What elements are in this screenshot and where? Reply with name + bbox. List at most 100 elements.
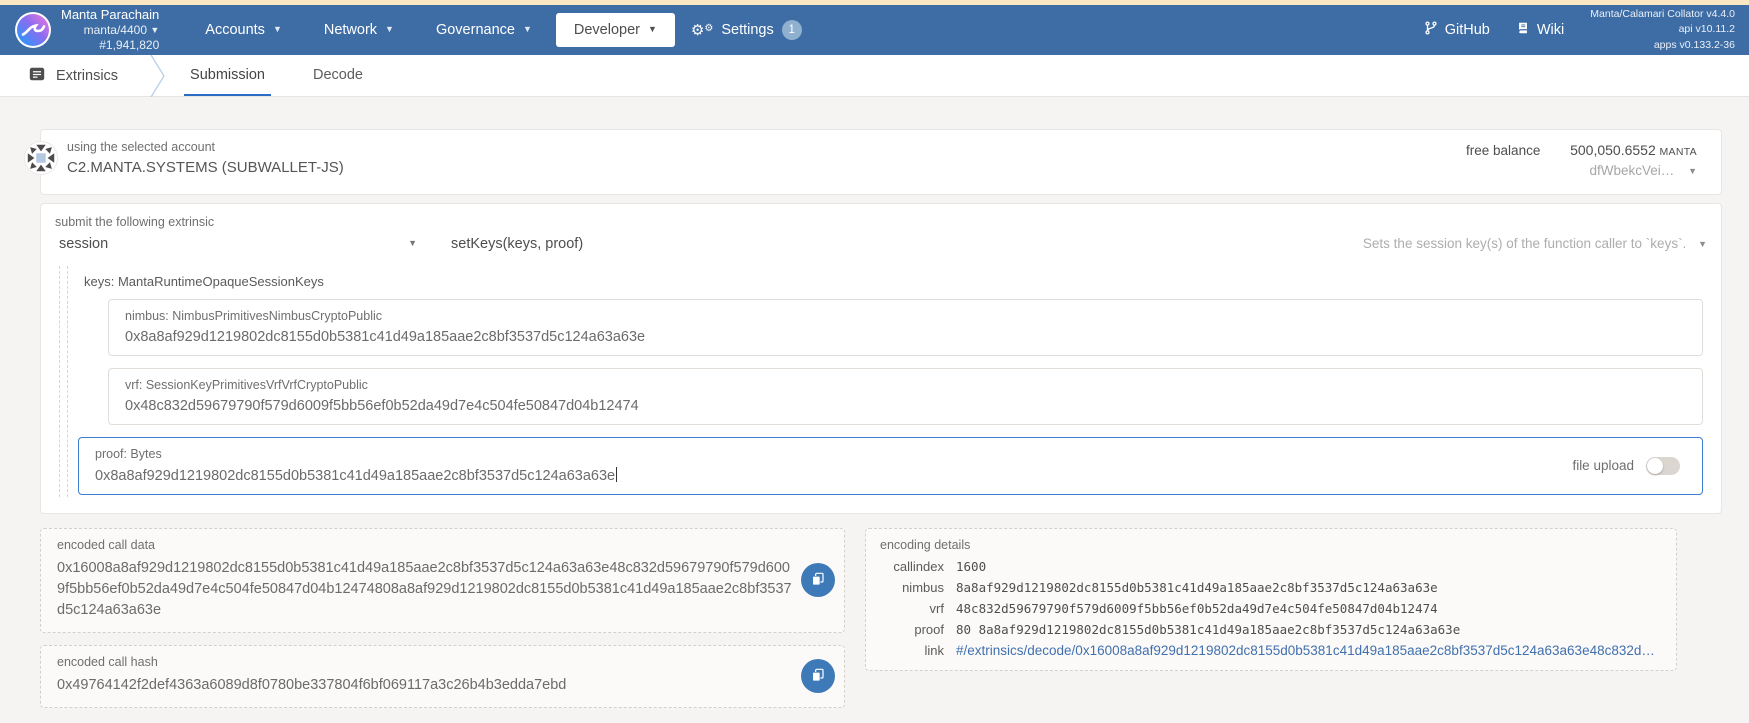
call-hash-value: 0x49764142f2def4363a6089d8f0780be337804f… [57,676,567,693]
encoding-details-grid: callindex 1600 nimbus 8a8af929d1219802dc… [880,559,1662,658]
header-right: GitHub Wiki Manta/Calamari Collator v4.4… [1424,7,1735,53]
encoding-details-label: encoding details [880,537,971,552]
file-upload-control: file upload [1572,447,1686,475]
proof-input[interactable]: proof: Bytes 0x8a8af929d1219802dc8155d0b… [78,436,1703,495]
chevron-down-icon: ▼ [1688,166,1697,177]
proof-label: proof: Bytes [95,446,162,461]
free-balance-value: 500,050.6552 [1570,142,1656,158]
tab-decode[interactable]: Decode [307,55,369,96]
detail-key: callindex [893,558,944,574]
chevron-down-icon: ▼ [1698,239,1707,249]
nav-network-label: Network [323,22,378,38]
account-identicon[interactable] [24,141,58,175]
extrinsic-card: submit the following extrinsic session ▼… [40,202,1722,514]
tab-submission[interactable]: Submission [184,55,271,96]
address-dropdown[interactable]: dfWbekcVei… ▼ [1466,161,1697,181]
extrinsic-select-row: session ▼ setKeys(keys, proof) Sets the … [55,236,1707,252]
account-info: using the selected account C2.MANTA.SYST… [67,140,344,182]
chevron-down-icon: ▼ [272,24,282,34]
detail-value-proof: 80 8a8af929d1219802dc8155d0b5381c41d49a1… [956,621,1461,637]
nav-accounts[interactable]: Accounts ▼ [187,13,300,47]
detail-key: proof [914,621,944,637]
method-doc-text: Sets the session key(s) of the function … [1362,236,1687,251]
account-name: C2.MANTA.SYSTEMS (SUBWALLET-JS) [67,159,344,176]
breadcrumb-chevron [150,54,166,97]
chain-spec-label: manta/4400 [83,23,148,38]
extrinsic-label: submit the following extrinsic [55,214,215,229]
account-label: using the selected account [67,140,216,154]
api-version: api v10.11.2 [1678,23,1735,36]
github-link[interactable]: GitHub [1424,21,1490,39]
account-select-card[interactable]: using the selected account C2.MANTA.SYST… [24,129,1722,195]
output-section: encoded call data 0x16008a8af929d1219802… [40,527,1722,708]
file-upload-toggle[interactable] [1646,456,1680,475]
section-label: Extrinsics [56,67,119,84]
encoded-call-hash-box: encoded call hash 0x49764142f2def4363a60… [40,644,845,708]
nav-developer[interactable]: Developer ▼ [555,13,675,47]
nav-settings[interactable]: ⚙⚙ Settings 1 [681,11,812,49]
chevron-down-icon: ▼ [408,237,417,248]
nimbus-input[interactable]: nimbus: NimbusPrimitivesNimbusCryptoPubl… [108,298,1703,356]
vrf-input[interactable]: vrf: SessionKeyPrimitivesVrfVrfCryptoPub… [108,367,1703,425]
copy-icon [810,667,826,686]
pallet-select[interactable]: session ▼ [55,236,417,252]
chain-selector[interactable]: Manta Parachain manta/4400 ▼ #1,941,820 [14,7,159,53]
copy-call-data-button[interactable] [801,563,835,598]
wiki-label: Wiki [1536,22,1565,38]
method-doc-dropdown[interactable]: Sets the session key(s) of the function … [1363,236,1707,251]
vrf-value[interactable]: 0x48c832d59679790f579d6009f5bb56ef0b52da… [125,398,1686,414]
version-info: Manta/Calamari Collator v4.4.0 api v10.1… [1590,7,1735,53]
node-version: Manta/Calamari Collator v4.4.0 [1590,8,1735,21]
method-select[interactable]: setKeys(keys, proof) [451,236,583,252]
tab-submission-label: Submission [190,66,265,83]
manta-logo-icon [14,11,52,49]
tab-bar: Extrinsics Submission Decode [0,54,1749,97]
nav-developer-label: Developer [573,22,640,38]
balance-unit: MANTA [1659,146,1697,158]
wiki-link[interactable]: Wiki [1516,21,1564,39]
chevron-down-icon: ▼ [647,24,657,34]
params-container: keys: MantaRuntimeOpaqueSessionKeys nimb… [59,265,1707,497]
block-number[interactable]: #1,941,820 [61,38,159,53]
app-header: Manta Parachain manta/4400 ▼ #1,941,820 … [0,5,1749,55]
extrinsics-icon [28,65,46,87]
pallet-value: session [59,235,109,252]
proof-value[interactable]: 0x8a8af929d1219802dc8155d0b5381c41d49a18… [95,466,618,484]
detail-value-nimbus: 8a8af929d1219802dc8155d0b5381c41d49a185a… [956,579,1438,595]
decode-link[interactable]: #/extrinsics/decode/0x16008a8af929d12198… [956,643,1662,658]
apps-version: apps v0.133.2-36 [1653,38,1735,51]
call-hash-label: encoded call hash [57,654,158,669]
file-upload-label: file upload [1572,458,1634,473]
copy-icon [810,571,826,590]
main-nav: Accounts ▼ Network ▼ Governance ▼ Developer… [187,11,811,49]
toggle-knob [1647,457,1663,474]
settings-badge: 1 [781,20,802,40]
encoded-call-data-box: encoded call data 0x16008a8af929d1219802… [40,527,845,633]
call-data-value: 0x16008a8af929d1219802dc8155d0b5381c41d4… [57,559,792,618]
vrf-label: vrf: SessionKeyPrimitivesVrfVrfCryptoPub… [125,377,368,392]
address-short: dfWbekcVei… [1589,163,1675,179]
tab-decode-label: Decode [313,66,363,83]
detail-value-vrf: 48c832d59679790f579d6009f5bb56ef0b52da49… [956,600,1438,616]
copy-call-hash-button[interactable] [801,659,835,694]
main-content: using the selected account C2.MANTA.SYST… [0,97,1749,723]
nimbus-value[interactable]: 0x8a8af929d1219802dc8155d0b5381c41d49a18… [125,329,1686,345]
chevron-down-icon: ▼ [385,24,394,34]
section-extrinsics: Extrinsics [20,55,126,96]
github-label: GitHub [1444,22,1490,38]
nav-settings-label: Settings [721,22,774,38]
chevron-down-icon: ▼ [150,25,160,36]
chain-spec-dropdown[interactable]: manta/4400 ▼ [61,23,160,38]
nav-governance[interactable]: Governance ▼ [418,13,550,47]
git-branch-icon [1424,21,1438,39]
encoding-details-box: encoding details callindex 1600 nimbus 8… [865,527,1677,671]
nav-network[interactable]: Network ▼ [306,13,412,47]
detail-key: nimbus [902,579,944,595]
balance-info: free balance 500,050.6552 MANTA dfWbekcV… [1466,140,1701,182]
free-balance-label: free balance [1466,143,1541,158]
detail-value-callindex: 1600 [956,558,987,574]
method-value: setKeys(keys, proof) [451,235,584,252]
keys-param-group: keys: MantaRuntimeOpaqueSessionKeys nimb… [67,265,1707,497]
text-cursor [616,466,618,482]
nav-accounts-label: Accounts [205,22,265,38]
